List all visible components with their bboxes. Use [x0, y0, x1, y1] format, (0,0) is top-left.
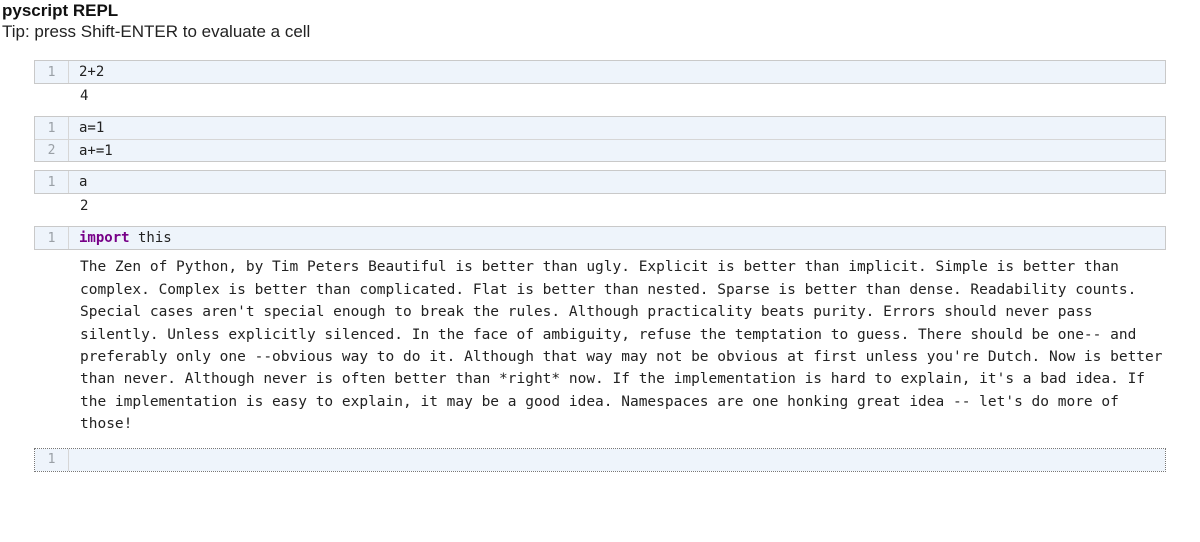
- code-input-block[interactable]: 1: [34, 448, 1166, 472]
- code-text[interactable]: a+=1: [69, 140, 1165, 161]
- code-line[interactable]: 1 a: [35, 171, 1165, 193]
- repl-cell: 1 2+2 4: [34, 60, 1166, 108]
- code-text[interactable]: [69, 449, 1165, 471]
- code-text[interactable]: a: [69, 171, 1165, 193]
- code-text[interactable]: 2+2: [69, 61, 1165, 83]
- repl-cell: 1 a 2: [34, 170, 1166, 218]
- repl-cells: 1 2+2 4 1 a=1 2 a+=1: [0, 60, 1200, 472]
- code-text[interactable]: a=1: [69, 117, 1165, 139]
- line-number: 1: [35, 227, 69, 249]
- code-rest: this: [130, 230, 172, 246]
- tip-text: Tip: press Shift-ENTER to evaluate a cel…: [0, 22, 1200, 52]
- cell-output: The Zen of Python, by Tim Peters Beautif…: [34, 254, 1166, 440]
- line-number: 2: [35, 140, 69, 161]
- line-number: 1: [35, 449, 69, 471]
- repl-cell: 1 import this The Zen of Python, by Tim …: [34, 226, 1166, 440]
- line-number: 1: [35, 61, 69, 83]
- code-line[interactable]: 1 a=1: [35, 117, 1165, 139]
- code-text[interactable]: import this: [69, 227, 1165, 249]
- line-number: 1: [35, 117, 69, 139]
- code-line[interactable]: 2 a+=1: [35, 139, 1165, 161]
- code-line[interactable]: 1 import this: [35, 227, 1165, 249]
- keyword: import: [79, 230, 130, 246]
- code-line[interactable]: 1 2+2: [35, 61, 1165, 83]
- repl-cell: 1: [34, 448, 1166, 472]
- repl-cell: 1 a=1 2 a+=1: [34, 116, 1166, 162]
- code-input-block[interactable]: 1 a=1 2 a+=1: [34, 116, 1166, 162]
- code-line[interactable]: 1: [35, 449, 1165, 471]
- page-title: pyscript REPL: [0, 0, 1200, 22]
- code-input-block[interactable]: 1 import this: [34, 226, 1166, 250]
- code-input-block[interactable]: 1 a: [34, 170, 1166, 194]
- cell-output: 4: [34, 84, 1166, 108]
- line-number: 1: [35, 171, 69, 193]
- code-input-block[interactable]: 1 2+2: [34, 60, 1166, 84]
- cell-output: 2: [34, 194, 1166, 218]
